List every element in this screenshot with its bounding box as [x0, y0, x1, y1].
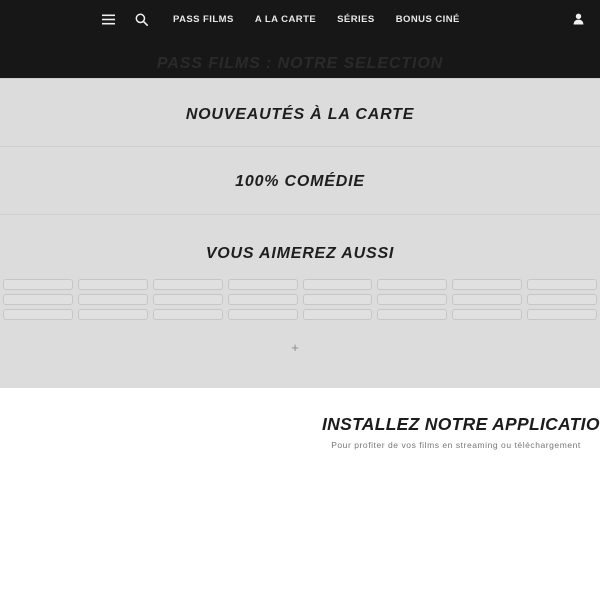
content-card[interactable]: [302, 309, 373, 320]
hamburger-menu-icon[interactable]: [100, 11, 116, 27]
content-card[interactable]: [377, 294, 448, 305]
app-promo-section: INSTALLEZ NOTRE APPLICATION Pour profite…: [0, 388, 600, 600]
section-vous-aimerez-aussi: VOUS AIMEREZ AUSSI: [0, 215, 600, 279]
content-card[interactable]: [527, 294, 597, 305]
content-card[interactable]: [77, 279, 148, 290]
main-navigation-bar: PASS FILMS A LA CARTE SÉRIES BONUS CINÉ: [0, 0, 600, 38]
content-card[interactable]: [227, 294, 298, 305]
nav-tools-group: [100, 11, 149, 27]
nav-link-pass-films[interactable]: PASS FILMS: [173, 14, 234, 25]
app-promo-subtitle: Pour profiter de vos films en streaming …: [331, 440, 581, 450]
user-account-icon[interactable]: [570, 11, 586, 27]
section-100-comedie: 100% COMÉDIE: [0, 147, 600, 214]
app-promo-title: INSTALLEZ NOTRE APPLICATION: [322, 414, 600, 434]
main-content-area: NOUVEAUTÉS À LA CARTE 100% COMÉDIE VOUS …: [0, 78, 600, 388]
section-heading: 100% COMÉDIE: [235, 173, 365, 190]
content-card[interactable]: [227, 279, 298, 290]
section-heading: VOUS AIMEREZ AUSSI: [205, 245, 395, 262]
content-card[interactable]: [152, 309, 223, 320]
content-card[interactable]: [452, 279, 523, 290]
content-card[interactable]: [377, 279, 448, 290]
nav-link-a-la-carte[interactable]: A LA CARTE: [255, 14, 316, 25]
content-card-grid: [0, 279, 600, 320]
site-header: PASS FILMS A LA CARTE SÉRIES BONUS CINÉ …: [0, 0, 600, 78]
nav-links-group: PASS FILMS A LA CARTE SÉRIES BONUS CINÉ: [173, 14, 460, 25]
section-heading: NOUVEAUTÉS À LA CARTE: [185, 106, 415, 123]
content-card[interactable]: [452, 294, 523, 305]
content-card[interactable]: [377, 309, 448, 320]
expand-grid-row: +: [0, 339, 600, 357]
nav-link-bonus-cine[interactable]: BONUS CINÉ: [396, 14, 460, 25]
content-card[interactable]: [227, 309, 298, 320]
content-card[interactable]: [77, 309, 148, 320]
nav-link-series[interactable]: SÉRIES: [337, 14, 375, 25]
content-card[interactable]: [152, 279, 223, 290]
content-card[interactable]: [3, 279, 73, 290]
content-card[interactable]: [527, 309, 597, 320]
search-icon[interactable]: [133, 11, 149, 27]
section-nouveautes-a-la-carte: NOUVEAUTÉS À LA CARTE: [0, 79, 600, 146]
content-card[interactable]: [452, 309, 523, 320]
content-card[interactable]: [77, 294, 148, 305]
plus-icon[interactable]: +: [291, 341, 299, 354]
content-card[interactable]: [3, 309, 73, 320]
content-card[interactable]: [3, 294, 73, 305]
content-card[interactable]: [302, 279, 373, 290]
content-card[interactable]: [302, 294, 373, 305]
app-promo-text-block: INSTALLEZ NOTRE APPLICATION Pour profite…: [322, 414, 600, 451]
page-title: PASS FILMS : NOTRE SELECTION: [156, 55, 444, 72]
content-card[interactable]: [152, 294, 223, 305]
content-card[interactable]: [527, 279, 597, 290]
